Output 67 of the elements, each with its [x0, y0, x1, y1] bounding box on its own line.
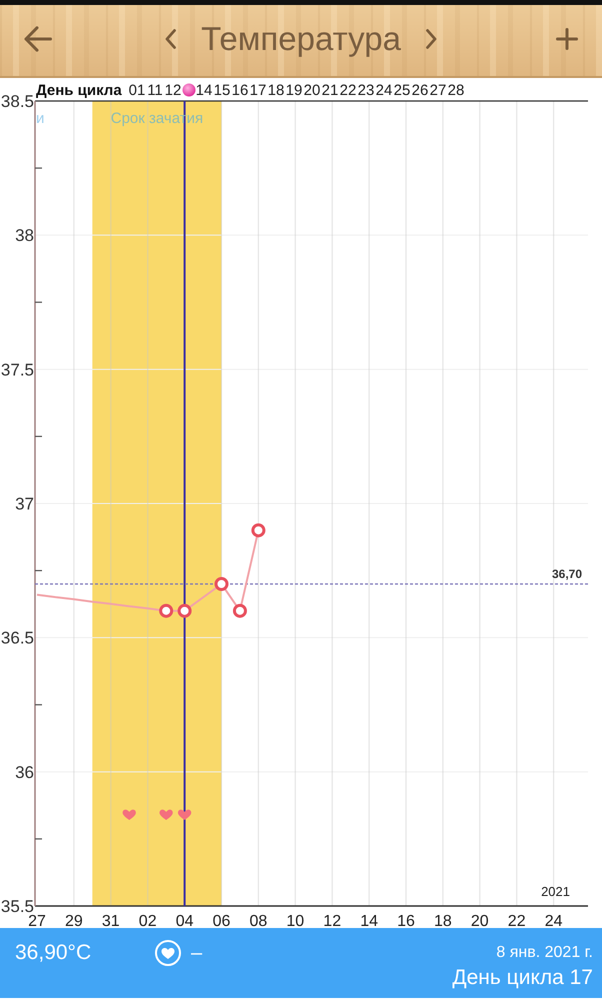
- ovulation-dot-icon: [182, 84, 196, 96]
- screen-title: Температура: [201, 18, 401, 58]
- date-label: 8 янв. 2021 г.: [496, 943, 593, 962]
- back-arrow-icon: [24, 26, 52, 52]
- cycle-day-number: 15: [214, 82, 230, 99]
- x-tick-label: 04: [176, 913, 194, 928]
- x-tick-label: 06: [212, 913, 230, 928]
- temperature-value: 36,90°C: [15, 940, 92, 965]
- cycle-day-number: 24: [376, 82, 392, 99]
- cycle-day-number: 27: [430, 82, 446, 99]
- cycle-day-number: 16: [232, 82, 248, 99]
- next-button[interactable]: [424, 28, 437, 48]
- cycle-day-number: 01: [128, 82, 146, 99]
- heart-icon: [160, 810, 173, 820]
- cycle-day-label: День цикла: [36, 82, 122, 99]
- data-point: [232, 604, 247, 618]
- y-tick-label: 37: [15, 494, 34, 514]
- x-tick-label: 27: [28, 913, 46, 928]
- add-button[interactable]: [556, 28, 578, 50]
- cycle-day-number: 18: [268, 82, 284, 99]
- cycle-day-number: 11: [147, 82, 163, 99]
- chart-label: и: [36, 110, 44, 127]
- y-tick-label: 36: [15, 762, 34, 782]
- cycle-day-number: 28: [448, 82, 464, 99]
- y-tick-label: 38: [15, 226, 34, 246]
- year-label: 2021: [541, 884, 570, 899]
- cycle-day-text: День цикла 17: [452, 965, 593, 990]
- cycle-day-number: 23: [358, 82, 374, 99]
- data-point: [214, 577, 228, 591]
- data-point: [178, 604, 192, 618]
- cycle-day-number: 21: [322, 82, 338, 99]
- x-tick-label: 10: [286, 913, 304, 928]
- cycle-day-number: 12: [164, 82, 182, 99]
- x-tick-label: 24: [544, 913, 562, 928]
- y-tick-label: 36.5: [0, 628, 34, 648]
- cycle-day-number: 14: [196, 82, 212, 99]
- cycle-day-number: 19: [286, 82, 302, 99]
- x-tick-label: 14: [360, 913, 378, 928]
- y-tick-label: 35.5: [0, 897, 34, 916]
- x-tick-label: 29: [65, 913, 83, 928]
- plus-icon: [556, 28, 578, 50]
- heart-note: –: [191, 941, 202, 966]
- data-point: [159, 604, 174, 618]
- data-point: [251, 523, 266, 538]
- back-button[interactable]: [24, 26, 52, 52]
- x-tick-label: 02: [138, 913, 157, 928]
- x-tick-label: 12: [323, 913, 342, 928]
- chevron-left-icon: [165, 28, 178, 48]
- y-tick-label: 37.5: [0, 360, 34, 380]
- x-tick-label: 31: [102, 913, 120, 928]
- heart-icon: [178, 810, 192, 820]
- cycle-day-number: 20: [304, 82, 320, 99]
- x-tick-label: 16: [397, 913, 415, 928]
- chevron-right-icon: [424, 28, 437, 48]
- x-tick-label: 08: [250, 913, 268, 928]
- cycle-day-number: 22: [340, 82, 356, 99]
- x-tick-label: 18: [434, 913, 452, 928]
- reference-value: 36,70: [552, 567, 582, 581]
- heart-icon: [122, 810, 136, 820]
- x-tick-label: 22: [508, 913, 526, 928]
- cycle-day-number: 26: [412, 82, 428, 99]
- cycle-day-number: 17: [250, 82, 266, 99]
- cycle-day-number: 25: [394, 82, 410, 99]
- x-tick-label: 20: [470, 913, 489, 928]
- heart-circle-icon: [155, 940, 181, 966]
- previous-button[interactable]: [165, 28, 178, 48]
- y-tick-label: 38.5: [0, 92, 34, 111]
